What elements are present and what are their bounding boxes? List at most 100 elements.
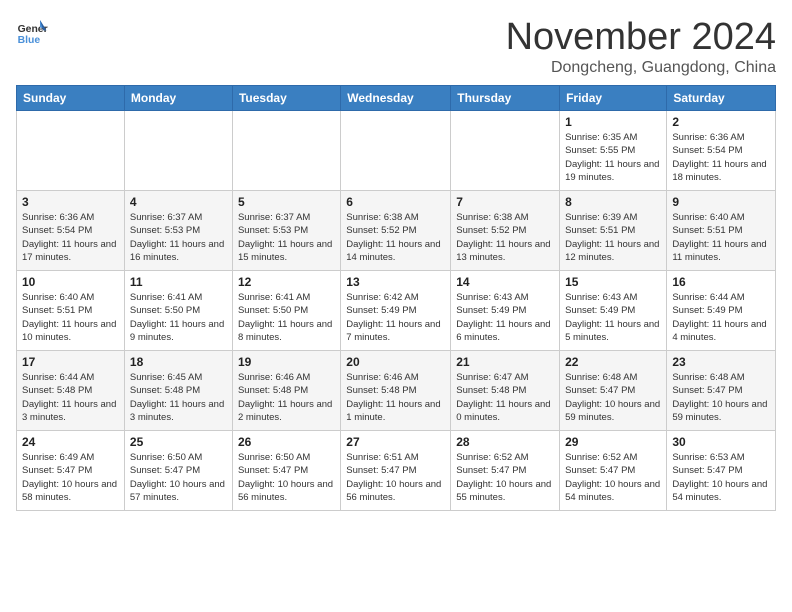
week-row-3: 10Sunrise: 6:40 AM Sunset: 5:51 PM Dayli… [17, 271, 776, 351]
day-info: Sunrise: 6:45 AM Sunset: 5:48 PM Dayligh… [130, 371, 227, 424]
logo-icon: General Blue [16, 16, 48, 48]
day-number: 4 [130, 195, 227, 209]
day-info: Sunrise: 6:50 AM Sunset: 5:47 PM Dayligh… [130, 451, 227, 504]
day-info: Sunrise: 6:52 AM Sunset: 5:47 PM Dayligh… [456, 451, 554, 504]
day-number: 2 [672, 115, 770, 129]
day-info: Sunrise: 6:38 AM Sunset: 5:52 PM Dayligh… [456, 211, 554, 264]
calendar-cell: 27 Sunrise: 6:51 AM Sunset: 5:47 PM Dayli… [341, 431, 451, 511]
day-info: Sunrise: 6:52 AM Sunset: 5:47 PM Dayligh… [565, 451, 661, 504]
calendar-cell: 21 Sunrise: 6:47 AM Sunset: 5:48 PM Dayli… [451, 351, 560, 431]
day-info: Sunrise: 6:46 AM Sunset: 5:48 PM Dayligh… [238, 371, 335, 424]
day-info: Sunrise: 6:39 AM Sunset: 5:51 PM Dayligh… [565, 211, 661, 264]
day-info: Sunrise: 6:41 AM Sunset: 5:50 PM Dayligh… [238, 291, 335, 344]
day-info: Sunrise: 6:49 AM Sunset: 5:47 PM Dayligh… [22, 451, 119, 504]
day-number: 23 [672, 355, 770, 369]
day-info: Sunrise: 6:51 AM Sunset: 5:47 PM Dayligh… [346, 451, 445, 504]
calendar-cell: 9 Sunrise: 6:40 AM Sunset: 5:51 PM Daylig… [667, 191, 776, 271]
day-info: Sunrise: 6:44 AM Sunset: 5:48 PM Dayligh… [22, 371, 119, 424]
calendar-cell: 20 Sunrise: 6:46 AM Sunset: 5:48 PM Dayli… [341, 351, 451, 431]
day-info: Sunrise: 6:46 AM Sunset: 5:48 PM Dayligh… [346, 371, 445, 424]
calendar-cell: 13Sunrise: 6:42 AM Sunset: 5:49 PM Dayli… [341, 271, 451, 351]
day-number: 15 [565, 275, 661, 289]
week-row-1: 1 Sunrise: 6:35 AM Sunset: 5:55 PM Daylig… [17, 111, 776, 191]
calendar-cell: 17 Sunrise: 6:44 AM Sunset: 5:48 PM Dayli… [17, 351, 125, 431]
day-number: 14 [456, 275, 554, 289]
day-number: 25 [130, 435, 227, 449]
calendar-cell: 5 Sunrise: 6:37 AM Sunset: 5:53 PM Daylig… [232, 191, 340, 271]
weekday-header-tuesday: Tuesday [232, 86, 340, 111]
calendar-cell: 16 Sunrise: 6:44 AM Sunset: 5:49 PM Dayli… [667, 271, 776, 351]
day-number: 9 [672, 195, 770, 209]
day-number: 16 [672, 275, 770, 289]
day-number: 12 [238, 275, 335, 289]
calendar-cell: 2 Sunrise: 6:36 AM Sunset: 5:54 PM Daylig… [667, 111, 776, 191]
calendar-cell: 10Sunrise: 6:40 AM Sunset: 5:51 PM Dayli… [17, 271, 125, 351]
calendar-cell: 26Sunrise: 6:50 AM Sunset: 5:47 PM Dayli… [232, 431, 340, 511]
day-number: 19 [238, 355, 335, 369]
day-info: Sunrise: 6:43 AM Sunset: 5:49 PM Dayligh… [565, 291, 661, 344]
header: General Blue November 2024 Dongcheng, Gu… [16, 16, 776, 77]
day-number: 29 [565, 435, 661, 449]
week-row-2: 3Sunrise: 6:36 AM Sunset: 5:54 PM Daylig… [17, 191, 776, 271]
day-number: 8 [565, 195, 661, 209]
day-number: 24 [22, 435, 119, 449]
weekday-header-wednesday: Wednesday [341, 86, 451, 111]
calendar-cell: 3Sunrise: 6:36 AM Sunset: 5:54 PM Daylig… [17, 191, 125, 271]
calendar-cell: 6 Sunrise: 6:38 AM Sunset: 5:52 PM Daylig… [341, 191, 451, 271]
day-info: Sunrise: 6:44 AM Sunset: 5:49 PM Dayligh… [672, 291, 770, 344]
day-number: 28 [456, 435, 554, 449]
title-area: November 2024 Dongcheng, Guangdong, Chin… [506, 16, 776, 77]
day-number: 10 [22, 275, 119, 289]
day-number: 30 [672, 435, 770, 449]
calendar-cell: 23Sunrise: 6:48 AM Sunset: 5:47 PM Dayli… [667, 351, 776, 431]
svg-text:Blue: Blue [18, 35, 41, 46]
weekday-header-saturday: Saturday [667, 86, 776, 111]
day-number: 20 [346, 355, 445, 369]
day-info: Sunrise: 6:48 AM Sunset: 5:47 PM Dayligh… [565, 371, 661, 424]
calendar-cell: 28 Sunrise: 6:52 AM Sunset: 5:47 PM Dayli… [451, 431, 560, 511]
day-number: 5 [238, 195, 335, 209]
day-info: Sunrise: 6:38 AM Sunset: 5:52 PM Dayligh… [346, 211, 445, 264]
month-title: November 2024 [506, 16, 776, 59]
day-number: 21 [456, 355, 554, 369]
calendar-cell: 14 Sunrise: 6:43 AM Sunset: 5:49 PM Dayli… [451, 271, 560, 351]
calendar-cell: 29 Sunrise: 6:52 AM Sunset: 5:47 PM Dayli… [560, 431, 667, 511]
calendar-cell: 15 Sunrise: 6:43 AM Sunset: 5:49 PM Dayli… [560, 271, 667, 351]
calendar-table: SundayMondayTuesdayWednesdayThursdayFrid… [16, 85, 776, 511]
logo: General Blue [16, 16, 48, 48]
day-info: Sunrise: 6:40 AM Sunset: 5:51 PM Dayligh… [672, 211, 770, 264]
weekday-header-friday: Friday [560, 86, 667, 111]
day-info: Sunrise: 6:37 AM Sunset: 5:53 PM Dayligh… [130, 211, 227, 264]
calendar-cell [451, 111, 560, 191]
location-title: Dongcheng, Guangdong, China [506, 59, 776, 77]
day-info: Sunrise: 6:42 AM Sunset: 5:49 PM Dayligh… [346, 291, 445, 344]
weekday-header-monday: Monday [124, 86, 232, 111]
calendar-cell [17, 111, 125, 191]
calendar-cell: 11Sunrise: 6:41 AM Sunset: 5:50 PM Dayli… [124, 271, 232, 351]
day-info: Sunrise: 6:35 AM Sunset: 5:55 PM Dayligh… [565, 131, 661, 184]
day-info: Sunrise: 6:53 AM Sunset: 5:47 PM Dayligh… [672, 451, 770, 504]
day-number: 27 [346, 435, 445, 449]
calendar-cell: 1 Sunrise: 6:35 AM Sunset: 5:55 PM Daylig… [560, 111, 667, 191]
calendar-cell [124, 111, 232, 191]
day-info: Sunrise: 6:47 AM Sunset: 5:48 PM Dayligh… [456, 371, 554, 424]
calendar-cell [232, 111, 340, 191]
weekday-header-thursday: Thursday [451, 86, 560, 111]
day-number: 7 [456, 195, 554, 209]
calendar-cell: 24 Sunrise: 6:49 AM Sunset: 5:47 PM Dayli… [17, 431, 125, 511]
day-number: 11 [130, 275, 227, 289]
week-row-4: 17 Sunrise: 6:44 AM Sunset: 5:48 PM Dayli… [17, 351, 776, 431]
day-info: Sunrise: 6:36 AM Sunset: 5:54 PM Dayligh… [672, 131, 770, 184]
calendar-cell: 4 Sunrise: 6:37 AM Sunset: 5:53 PM Daylig… [124, 191, 232, 271]
day-number: 1 [565, 115, 661, 129]
calendar-cell: 18Sunrise: 6:45 AM Sunset: 5:48 PM Dayli… [124, 351, 232, 431]
day-info: Sunrise: 6:37 AM Sunset: 5:53 PM Dayligh… [238, 211, 335, 264]
week-row-5: 24 Sunrise: 6:49 AM Sunset: 5:47 PM Dayli… [17, 431, 776, 511]
day-number: 17 [22, 355, 119, 369]
day-number: 6 [346, 195, 445, 209]
calendar-cell: 30 Sunrise: 6:53 AM Sunset: 5:47 PM Dayli… [667, 431, 776, 511]
day-number: 3 [22, 195, 119, 209]
day-info: Sunrise: 6:43 AM Sunset: 5:49 PM Dayligh… [456, 291, 554, 344]
calendar-cell: 19 Sunrise: 6:46 AM Sunset: 5:48 PM Dayli… [232, 351, 340, 431]
calendar-cell: 7 Sunrise: 6:38 AM Sunset: 5:52 PM Daylig… [451, 191, 560, 271]
